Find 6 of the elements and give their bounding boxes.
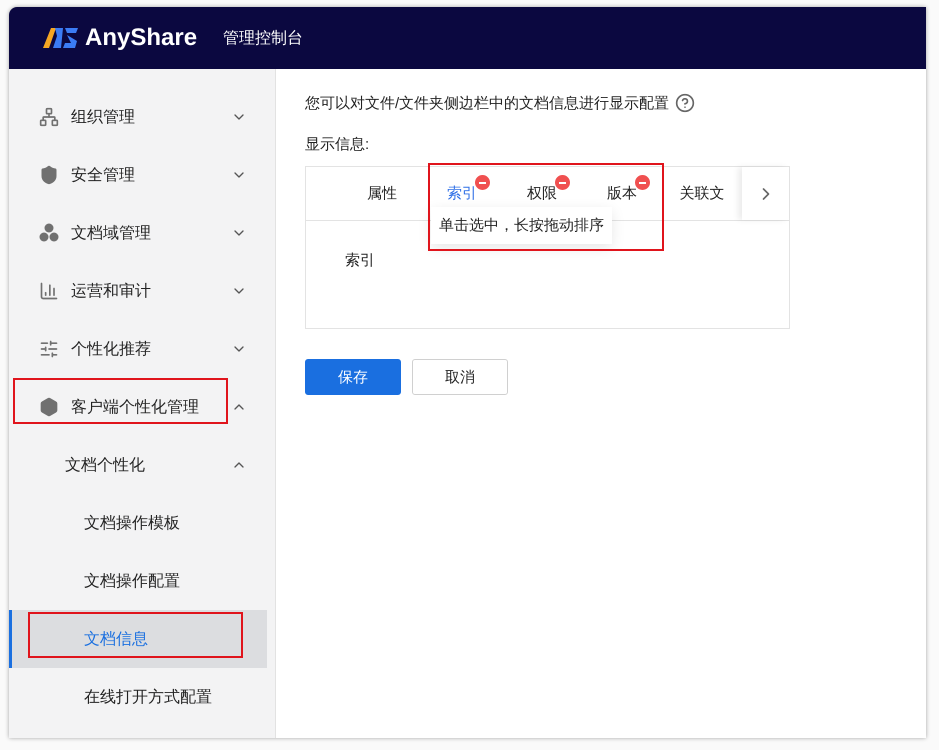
panel-text: 索引 (345, 252, 375, 269)
console-title: 管理控制台 (223, 28, 304, 48)
tooltip: 单击选中，长按拖动排序 (431, 207, 612, 244)
section-label: 显示信息: (305, 135, 370, 154)
brand-name: AnyShare (85, 24, 198, 52)
description-text: 您可以对文件/文件夹侧边栏中的文档信息进行显示配置 (305, 94, 670, 112)
